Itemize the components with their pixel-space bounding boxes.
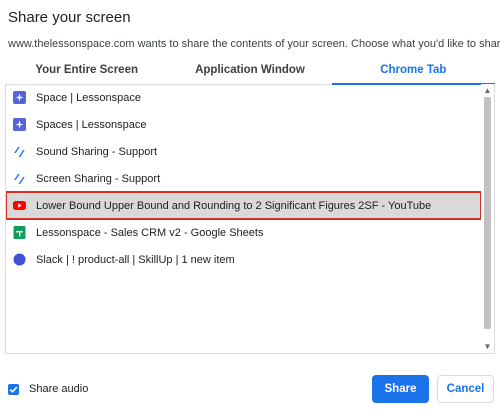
list-scrollbar[interactable]: ▲ ▼ <box>481 84 494 353</box>
cancel-button[interactable]: Cancel <box>437 375 494 403</box>
list-item-youtube-selected[interactable]: Lower Bound Upper Bound and Rounding to … <box>6 191 482 220</box>
google-sheets-icon <box>13 226 26 239</box>
scroll-down-arrow-icon[interactable]: ▼ <box>481 340 494 353</box>
list-item-google-sheets[interactable]: Lessonspace - Sales CRM v2 - Google Shee… <box>6 219 481 246</box>
support-slash-icon <box>13 172 26 185</box>
list-item-label: Slack | ! product-all | SkillUp | 1 new … <box>36 253 235 266</box>
checkmark-icon <box>9 386 18 393</box>
tab-application-window[interactable]: Application Window <box>168 58 331 84</box>
share-source-tabs: Your Entire Screen Application Window Ch… <box>5 58 496 85</box>
dialog-title: Share your screen <box>8 9 131 26</box>
dialog-description: www.thelessonspace.com wants to share th… <box>8 38 500 50</box>
share-audio-control: Share audio <box>8 383 88 395</box>
youtube-icon <box>13 199 26 212</box>
list-item-space-lessonspace[interactable]: Space | Lessonspace <box>6 84 481 111</box>
list-item-label: Lower Bound Upper Bound and Rounding to … <box>36 199 432 212</box>
list-item-spaces-lessonspace[interactable]: Spaces | Lessonspace <box>6 111 481 138</box>
slack-dot-icon <box>13 253 26 266</box>
chrome-tab-list: Space | Lessonspace Spaces | Lessonspace… <box>5 84 495 354</box>
share-audio-checkbox[interactable] <box>8 383 19 395</box>
share-audio-label: Share audio <box>29 383 89 395</box>
lessonspace-icon <box>13 118 26 131</box>
support-slash-icon <box>13 145 26 158</box>
share-button[interactable]: Share <box>372 375 429 403</box>
list-item-label: Lessonspace - Sales CRM v2 - Google Shee… <box>36 226 264 239</box>
list-item-label: Screen Sharing - Support <box>36 172 161 185</box>
tab-entire-screen[interactable]: Your Entire Screen <box>5 58 168 84</box>
list-item-sound-sharing-support[interactable]: Sound Sharing - Support <box>6 138 481 165</box>
tab-chrome-tab[interactable]: Chrome Tab <box>331 58 496 85</box>
list-item-label: Space | Lessonspace <box>36 91 141 104</box>
scroll-thumb[interactable] <box>484 97 491 329</box>
lessonspace-icon <box>13 91 26 104</box>
scroll-up-arrow-icon[interactable]: ▲ <box>481 84 494 97</box>
list-item-label: Spaces | Lessonspace <box>36 118 147 131</box>
list-item-slack[interactable]: Slack | ! product-all | SkillUp | 1 new … <box>6 246 481 273</box>
list-item-screen-sharing-support[interactable]: Screen Sharing - Support <box>6 165 481 192</box>
list-item-label: Sound Sharing - Support <box>36 145 158 158</box>
